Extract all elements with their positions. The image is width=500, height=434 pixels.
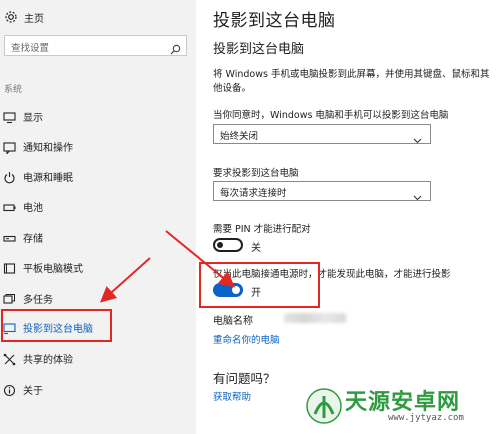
sidebar-item-tablet-mode[interactable]: 平板电脑模式 [0,255,196,279]
power-icon [3,169,16,184]
sidebar-item-multitasking[interactable]: 多任务 [0,286,196,310]
gear-icon [4,9,18,23]
sidebar-item-label: 通知和操作 [23,143,73,154]
require-pin-state: 关 [251,243,261,254]
settings-content: 投影到这台电脑 投影到这台电脑 将 Windows 手机或电脑投影到此屏幕，并使… [196,0,500,434]
availability-dropdown[interactable]: 始终关闭 [213,124,431,144]
sidebar-item-about[interactable]: 关于 [0,377,196,401]
sidebar-item-label: 共享的体验 [23,355,73,366]
shared-icon [3,351,16,366]
section-title: 投影到这台电脑 [213,42,305,57]
require-pin-label: 需要 PIN 才能进行配对 [213,224,311,235]
power-only-label: 仅当此电脑接通电源时，才能发现此电脑，才能进行投影 [213,269,451,280]
sidebar-item-label: 关于 [23,386,43,397]
sidebar-item-storage[interactable]: 存储 [0,225,196,249]
rename-pc-link[interactable]: 重命名你的电脑 [213,332,280,346]
sidebar-item-label: 显示 [23,113,43,124]
search-icon [170,40,181,55]
search-input[interactable]: 查找设置 [4,35,187,56]
section-description: 将 Windows 手机或电脑投影到此屏幕，并使用其键盘、鼠标和其他设备。 [213,69,490,94]
settings-sidebar: 主页 查找设置 系统 显示 通知和操作 电源和睡眠 电池 存储 平板电脑模式 多… [0,0,196,434]
home-label: 主页 [24,14,44,25]
watermark-url: www.jytyaz.com [388,413,464,423]
pc-name-label: 电脑名称 [213,316,253,327]
storage-icon [3,230,16,243]
sidebar-item-battery[interactable]: 电池 [0,194,196,218]
sidebar-item-label: 投影到这台电脑 [23,324,93,335]
toggle-knob [217,242,223,248]
require-pin-toggle[interactable] [213,238,243,252]
page-title: 投影到这台电脑 [213,11,336,31]
sidebar-item-label: 多任务 [23,295,53,306]
sidebar-item-notifications[interactable]: 通知和操作 [0,134,196,158]
sidebar-item-label: 电池 [23,203,43,214]
ask-to-project-label: 要求投影到这台电脑 [213,168,299,179]
sidebar-item-label: 平板电脑模式 [23,264,83,275]
pc-name-value-redacted [284,313,346,323]
power-only-toggle[interactable] [213,283,243,297]
tablet-icon [3,260,16,274]
watermark-text: 天源安卓网 [345,390,461,415]
ask-to-project-value: 每次请求连接时 [220,188,287,199]
chevron-down-icon [413,130,422,144]
sidebar-item-shared-experiences[interactable]: 共享的体验 [0,346,196,370]
multitask-icon [3,291,16,304]
chevron-down-icon [413,187,422,201]
question-heading: 有问题吗？ [213,371,276,386]
sidebar-item-display[interactable]: 显示 [0,104,196,128]
availability-label: 当你同意时，Windows 电脑和手机可以投影到这台电脑 [213,110,449,121]
home-nav-item[interactable]: 主页 [0,6,196,28]
info-icon [3,382,16,397]
section-header-system: 系统 [4,85,23,95]
power-only-state: 开 [251,288,261,299]
get-help-link[interactable]: 获取帮助 [213,389,251,403]
toggle-knob [232,286,240,294]
monitor-icon [3,109,16,124]
sidebar-item-power[interactable]: 电源和睡眠 [0,164,196,188]
ask-to-project-dropdown[interactable]: 每次请求连接时 [213,181,431,201]
sidebar-item-label: 电源和睡眠 [23,173,73,184]
notification-icon [3,139,16,155]
sidebar-item-project-to-pc[interactable]: 投影到这台电脑 [0,315,196,339]
search-placeholder: 查找设置 [11,43,50,54]
availability-value: 始终关闭 [220,131,259,142]
project-icon [3,320,16,335]
sidebar-item-label: 存储 [23,234,43,245]
battery-icon [3,199,16,212]
